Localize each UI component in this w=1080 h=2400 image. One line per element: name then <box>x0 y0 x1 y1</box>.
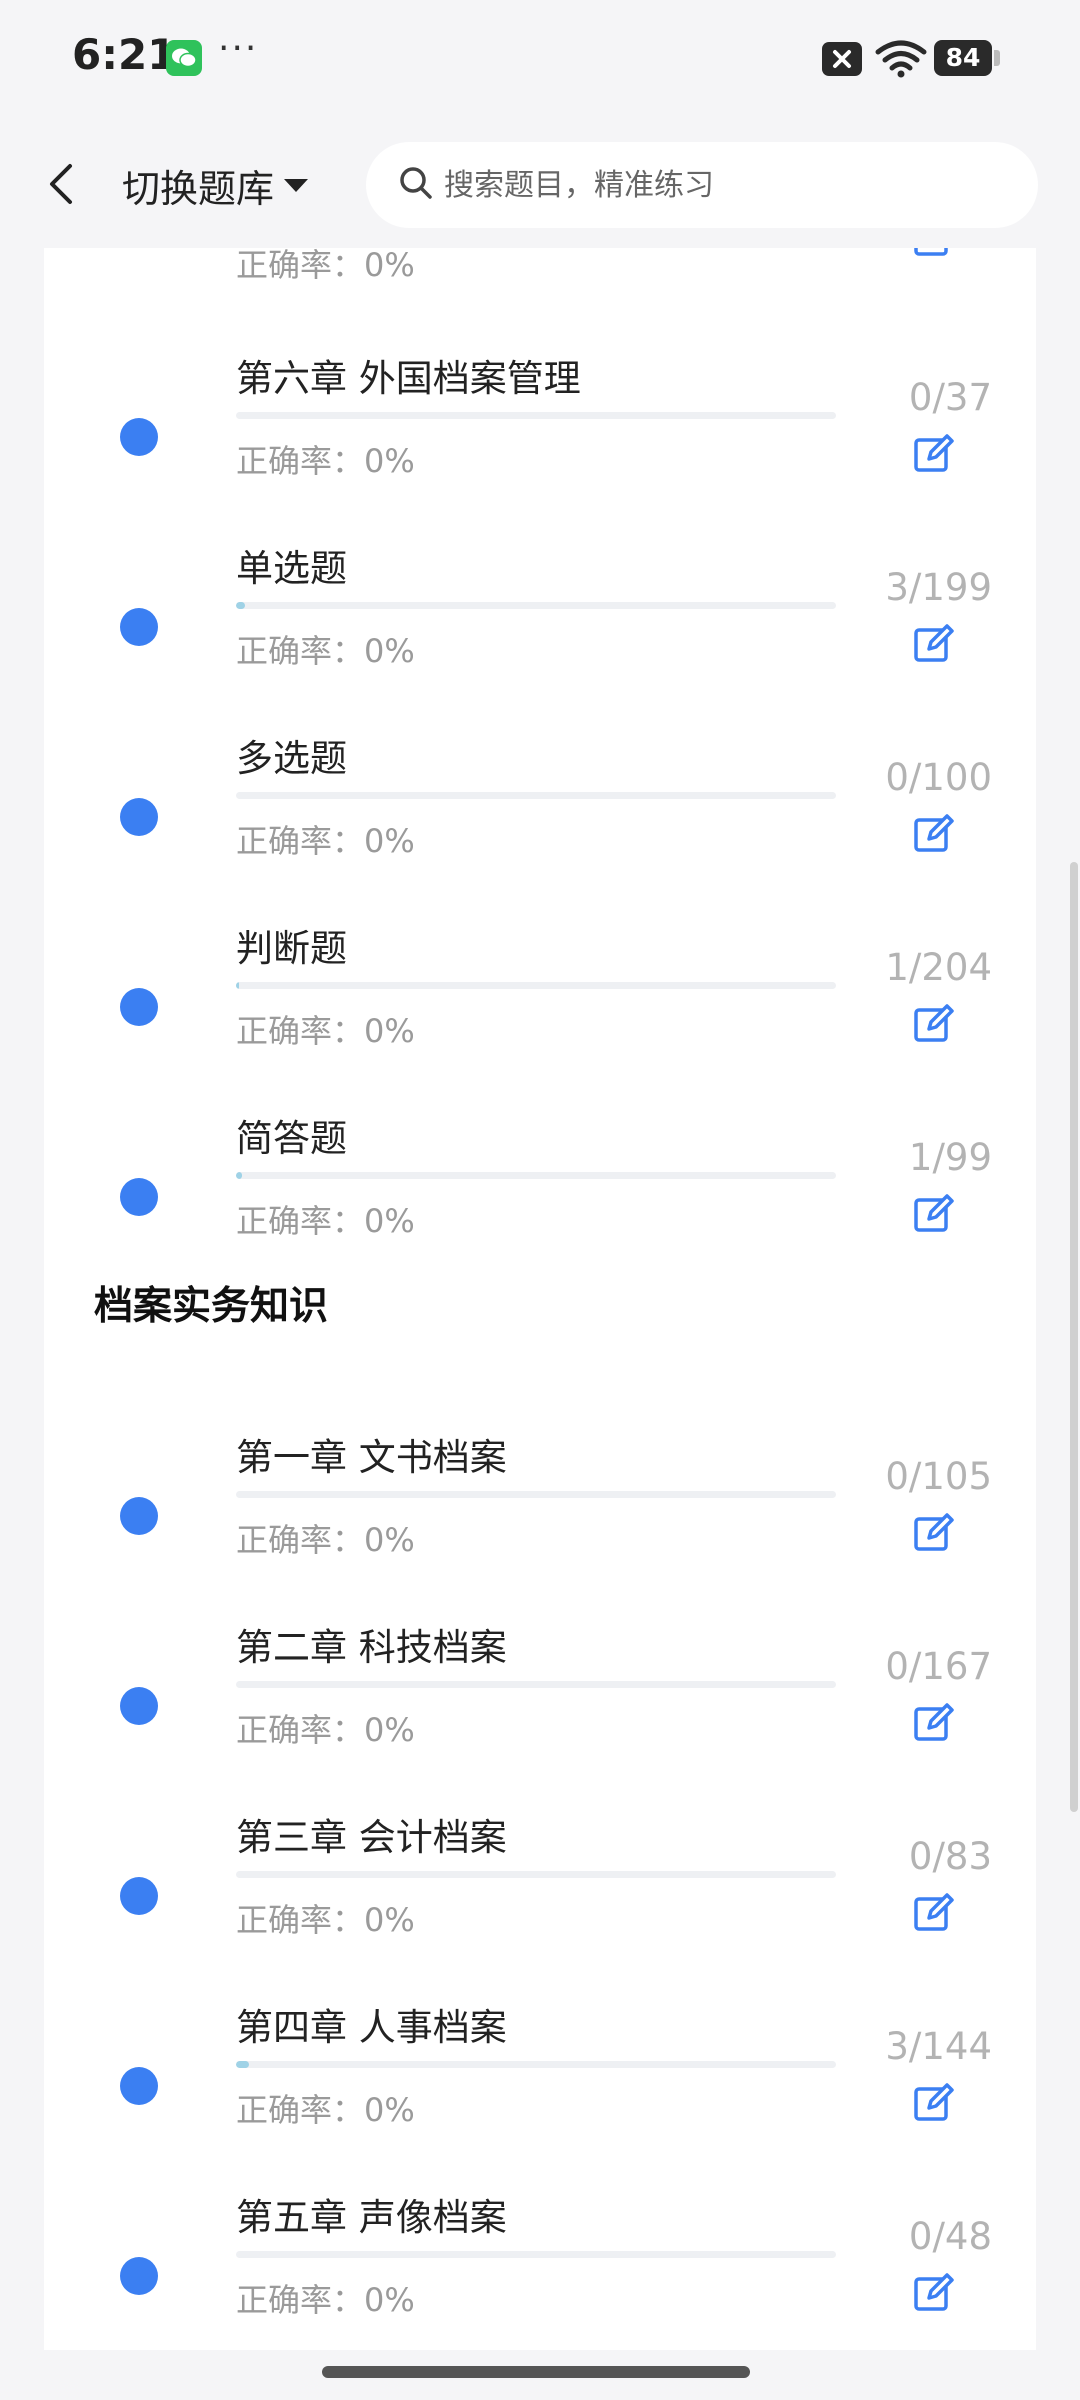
progress-fill <box>236 982 239 989</box>
notification-x-icon <box>822 42 862 76</box>
chapter-list-item[interactable]: 单选题正确率：0% 3/199 <box>44 500 1036 690</box>
edit-icon[interactable] <box>912 812 956 856</box>
progress-count: 3/199 <box>885 566 992 609</box>
status-dot <box>120 418 158 456</box>
edit-icon[interactable] <box>912 432 956 476</box>
edit-icon[interactable] <box>912 1192 956 1236</box>
status-dot <box>120 1178 158 1216</box>
section-title-text: 档案实务知识 <box>94 1284 329 1329</box>
accuracy-text: 正确率：0% <box>236 1521 415 1559</box>
chapter-list-item[interactable]: 第一章 文书档案正确率：0% 0/105 <box>44 1389 1036 1579</box>
progress-track <box>236 1871 836 1878</box>
status-dot <box>120 1877 158 1915</box>
back-icon[interactable] <box>46 162 76 210</box>
progress-count: 0/37 <box>908 376 992 419</box>
chapter-title: 多选题 <box>236 737 347 780</box>
chapter-title: 第四章 人事档案 <box>236 2006 507 2049</box>
home-indicator[interactable] <box>322 2366 750 2378</box>
chapter-list-item[interactable]: 判断题正确率：0% 1/204 <box>44 880 1036 1070</box>
search-input[interactable] <box>442 166 986 204</box>
chapter-list-item[interactable]: 第三章 会计档案正确率：0% 0/83 <box>44 1769 1036 1959</box>
switch-question-bank-button[interactable]: 切换题库 <box>122 158 309 213</box>
accuracy-text: 正确率：0% <box>236 2091 415 2129</box>
status-dot <box>120 2257 158 2295</box>
more-notifications-icon: ··· <box>218 28 259 69</box>
progress-track <box>236 602 836 609</box>
accuracy-text: 正确率：0% <box>236 1711 415 1749</box>
status-dot <box>120 988 158 1026</box>
progress-fill <box>236 1172 242 1179</box>
chapter-title: 判断题 <box>236 927 347 970</box>
caret-down-icon <box>284 179 309 192</box>
chapter-list-item[interactable]: 第五章 声像档案正确率：0% 0/48 <box>44 2149 1036 2339</box>
progress-track <box>236 412 836 419</box>
progress-track <box>236 2251 836 2258</box>
accuracy-text: 正确率：0% <box>236 632 415 670</box>
accuracy-text: 正确率：0% <box>236 2281 415 2319</box>
accuracy-text: 正确率：0% <box>236 1901 415 1939</box>
search-icon <box>398 165 434 205</box>
chapter-title: 第五章 声像档案 <box>236 2196 507 2239</box>
progress-track <box>236 1491 836 1498</box>
edit-icon[interactable] <box>912 1891 956 1935</box>
edit-icon[interactable] <box>912 1511 956 1555</box>
chapter-title: 第三章 会计档案 <box>236 1816 507 1859</box>
progress-track <box>236 1681 836 1688</box>
scrollbar[interactable] <box>1070 862 1078 1812</box>
chapter-list-item[interactable]: 简答题正确率：0% 1/99 <box>44 1070 1036 1260</box>
chapter-list-item[interactable]: 多选题正确率：0% 0/100 <box>44 690 1036 880</box>
status-time: 6:21 <box>72 30 177 79</box>
progress-count: 1/204 <box>885 946 992 989</box>
chapter-title: 第六章 外国档案管理 <box>236 357 581 400</box>
chapter-list-item[interactable]: 第六章 外国档案管理正确率：0% 0/37 <box>44 310 1036 500</box>
switch-bank-label: 切换题库 <box>122 167 275 211</box>
progress-track <box>236 792 836 799</box>
progress-fill <box>236 602 245 609</box>
edit-icon[interactable] <box>912 1701 956 1745</box>
progress-count: 1/99 <box>908 1136 992 1179</box>
search-box[interactable] <box>366 142 1038 228</box>
edit-icon[interactable] <box>912 2271 956 2315</box>
accuracy-text: 正确率：0% <box>236 442 415 480</box>
progress-count: 0/167 <box>885 1645 992 1688</box>
battery-indicator: 84 <box>934 40 992 76</box>
battery-tip <box>994 50 1000 66</box>
edit-icon[interactable] <box>912 2081 956 2125</box>
status-dot <box>120 1687 158 1725</box>
edit-icon[interactable] <box>912 622 956 666</box>
chapter-list-item[interactable]: 第四章 人事档案正确率：0% 3/144 <box>44 1959 1036 2149</box>
progress-count: 0/105 <box>885 1455 992 1498</box>
status-dot <box>120 2067 158 2105</box>
chapter-list-card: 正确率：0% 第六章 外国档案管理 正确率：0% 0/37 单选题 正确率：0% 3/19… <box>44 200 1036 2350</box>
progress-count: 0/100 <box>885 756 992 799</box>
progress-count: 0/48 <box>908 2215 992 2258</box>
progress-fill <box>236 2061 249 2068</box>
progress-count: 0/83 <box>908 1835 992 1878</box>
edit-icon[interactable] <box>912 1002 956 1046</box>
wifi-icon <box>874 38 928 82</box>
chapter-title: 第二章 科技档案 <box>236 1626 507 1669</box>
chapter-list-item[interactable]: 第二章 科技档案正确率：0% 0/167 <box>44 1579 1036 1769</box>
app-header: 切换题库 <box>0 120 1080 248</box>
progress-track <box>236 982 836 989</box>
progress-count: 3/144 <box>885 2025 992 2068</box>
wechat-icon <box>166 40 202 76</box>
chapter-title: 简答题 <box>236 1117 347 1160</box>
chapter-title: 单选题 <box>236 547 347 590</box>
progress-track <box>236 1172 836 1179</box>
section-title: 档案实务知识 <box>94 1275 329 1331</box>
status-dot <box>120 1497 158 1535</box>
status-dot <box>120 798 158 836</box>
status-dot <box>120 608 158 646</box>
chapter-title: 第一章 文书档案 <box>236 1436 507 1479</box>
accuracy-text: 正确率：0% <box>236 822 415 860</box>
status-bar: 6:21 ··· 84 <box>0 0 1080 120</box>
accuracy-text: 正确率：0% <box>236 1012 415 1050</box>
accuracy-text: 正确率：0% <box>236 1202 415 1240</box>
progress-track <box>236 2061 836 2068</box>
